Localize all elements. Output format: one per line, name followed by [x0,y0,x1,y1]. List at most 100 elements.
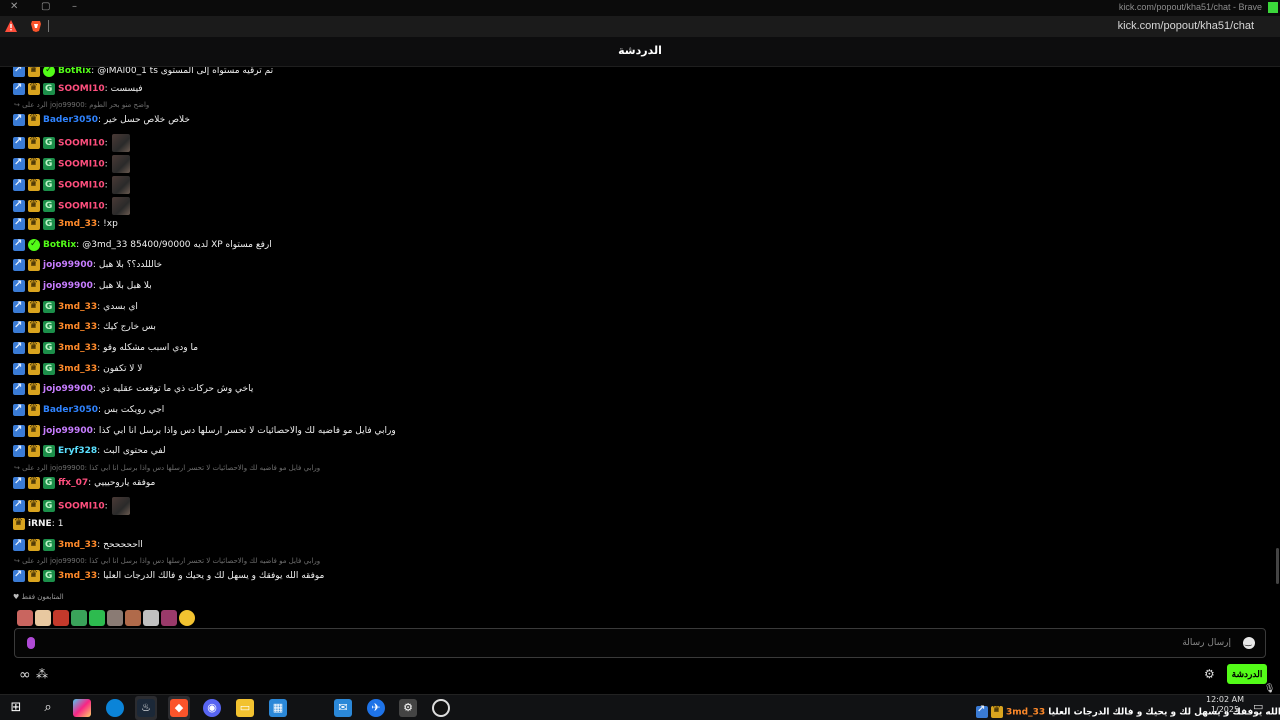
chat-message[interactable]: ffx_07:موفقه ياروحيييي [13,475,155,490]
emote-image[interactable] [111,176,130,194]
chat-username[interactable]: 3md_33 [58,364,97,374]
chat-username[interactable]: SOOMI10 [58,202,105,212]
system-clock[interactable]: 12:02 AM 1/2025 [1200,695,1250,715]
viewer-avatar[interactable] [35,609,51,626]
chat-username[interactable]: 3md_33 [58,219,97,229]
steam-icon[interactable]: ♨ [137,699,155,717]
chat-message[interactable]: SOOMI10: [13,155,130,173]
infinity-icon[interactable]: ∞ [19,667,31,683]
moderator-badge-icon [976,704,988,718]
chat-message[interactable]: 3md_33:اي بسدي [13,299,138,314]
obs-icon[interactable] [432,699,450,717]
chat-message[interactable]: SOOMI10:فيسست [13,81,143,96]
close-window-icon[interactable]: ✕ [10,1,18,12]
minimize-window-icon[interactable]: – [72,1,77,12]
chat-message[interactable]: jojo99900:ياخي وش حركات ذي ما توقعت عقلي… [13,381,253,396]
chat-message[interactable]: jojo99900:بلا هبل بلا هبل [13,278,152,293]
gear-icon[interactable]: ⚙ [1204,667,1215,681]
chat-message[interactable]: SOOMI10: [13,497,130,515]
chat-username[interactable]: SOOMI10 [58,84,105,94]
emote-image[interactable] [111,497,130,515]
chat-message-text: بلا هبل بلا هبل [98,281,152,291]
chat-username[interactable]: 3md_33 [58,302,97,312]
chat-username[interactable]: 3md_33 [58,322,97,332]
send-chat-button[interactable]: الدردشة [1227,664,1267,684]
viewer-avatar[interactable] [89,609,105,626]
chat-username[interactable]: Bader3050 [43,115,98,125]
chat-username[interactable]: jojo99900 [43,384,93,394]
brave-icon[interactable]: ◆ [170,699,188,717]
chat-username[interactable]: SOOMI10 [58,181,105,191]
discord-icon[interactable]: ◉ [203,699,221,717]
viewer-avatar[interactable] [107,609,123,626]
reply-context[interactable]: الرد على jojo99900: واضح منو بحر الطوم [14,101,149,111]
chat-message[interactable]: iRNE:1 [13,516,63,531]
chat-username[interactable]: BotRix [43,240,76,250]
chat-message[interactable]: 3md_33:ما ودي اسبب مشكله وقو [13,340,198,355]
viewer-avatar[interactable] [53,609,69,626]
edge-icon[interactable] [106,699,124,717]
chat-message[interactable]: jojo99900:ورابي فايل مو فاضيه لك والاحصا… [13,423,396,438]
url-text[interactable]: kick.com/popout/kha51/chat [1118,20,1254,32]
chat-username[interactable]: SOOMI10 [58,139,105,149]
file-explorer-icon[interactable]: ▭ [236,699,254,717]
reply-context[interactable]: الرد على jojo99900: ورابي فايل مو فاضيه … [14,557,320,567]
chat-username[interactable]: BotRix [58,67,91,76]
chat-message[interactable]: jojo99900:خالللدد؟؟ بلا هبل [13,257,162,272]
chat-message[interactable]: 3md_33:!xp [13,216,118,231]
search-icon[interactable]: ⌕ [39,699,57,717]
chat-message[interactable]: SOOMI10: [13,176,130,194]
viewer-avatar[interactable] [161,609,177,626]
chat-username[interactable]: 3md_33 [58,540,97,550]
chat-username[interactable]: 3md_33 [58,571,97,581]
chat-username[interactable]: 3md_33 [58,343,97,353]
settings-app-icon[interactable]: ⚙ [399,699,417,717]
chat-message[interactable]: Bader3050:اجي رويكت بس [13,402,164,417]
chat-username[interactable]: SOOMI10 [58,160,105,170]
chat-username[interactable]: jojo99900 [43,426,93,436]
warning-icon[interactable] [4,19,18,33]
windows-start-icon[interactable]: ⊞ [7,699,25,717]
reply-context[interactable]: الرد على jojo99900: ورابي فايل مو فاضيه … [14,464,320,474]
mail-icon[interactable]: ✉ [334,699,352,717]
chat-username[interactable]: SOOMI10 [58,502,105,512]
chat-username[interactable]: Eryf328 [58,446,97,456]
chat-message[interactable]: 3md_33:بس خارج كيك [13,319,156,334]
message-input[interactable]: إرسال رسالة [14,628,1266,658]
emote-image[interactable] [111,197,130,215]
chat-username[interactable]: Bader3050 [43,405,98,415]
copilot-icon[interactable] [73,699,91,717]
subscriber-badge-icon [43,362,55,376]
chat-messages[interactable]: BotRix:@iMAl00_1 ts تم ترقيه مستواه إلى … [0,67,1270,597]
emote-image[interactable] [111,134,130,152]
chat-message[interactable]: Eryf328:لفي محتوى البث [13,443,166,458]
chat-message[interactable]: SOOMI10: [13,197,130,215]
notifications-icon[interactable]: ▭ [1253,700,1263,713]
chat-username[interactable]: jojo99900 [43,281,93,291]
chat-message[interactable]: BotRix:@3md_33 85400/90000 لديه XP ارفع … [13,237,272,252]
emote-image[interactable] [111,155,130,173]
chat-username[interactable]: ffx_07 [58,478,88,488]
brave-shields-icon[interactable] [29,19,43,33]
scrollbar[interactable] [1274,67,1280,597]
chat-message[interactable]: 3md_33:لا لا تكفون [13,361,142,376]
chat-message[interactable]: 3md_33:ااحححححح [13,537,143,552]
chat-message[interactable]: BotRix:@iMAl00_1 ts تم ترقيه مستواه إلى … [13,67,273,78]
chat-message[interactable]: 3md_33:موفقه الله يوفقك و يسهل لك و يحيك… [13,568,324,583]
chat-username[interactable]: iRNE [28,519,52,529]
chat-message[interactable]: Bader3050:خلاص خلاص حسل خير [13,112,190,127]
viewer-avatar[interactable] [17,609,33,626]
emoji-icon[interactable] [1243,637,1255,649]
chat-username[interactable]: jojo99900 [43,260,93,270]
viewer-avatar[interactable] [143,609,159,626]
scrollbar-thumb[interactable] [1276,548,1279,584]
app-icon[interactable]: ✈ [367,699,385,717]
store-icon[interactable]: ▦ [269,699,287,717]
maximize-window-icon[interactable]: ▢ [41,1,50,12]
viewer-avatar[interactable] [125,609,141,626]
emotes-icon[interactable]: ⁂ [36,667,48,681]
viewer-avatar[interactable] [71,609,87,626]
chat-message[interactable]: SOOMI10: [13,134,130,152]
microphone-icon[interactable] [27,637,35,649]
viewer-avatar[interactable] [179,609,195,626]
